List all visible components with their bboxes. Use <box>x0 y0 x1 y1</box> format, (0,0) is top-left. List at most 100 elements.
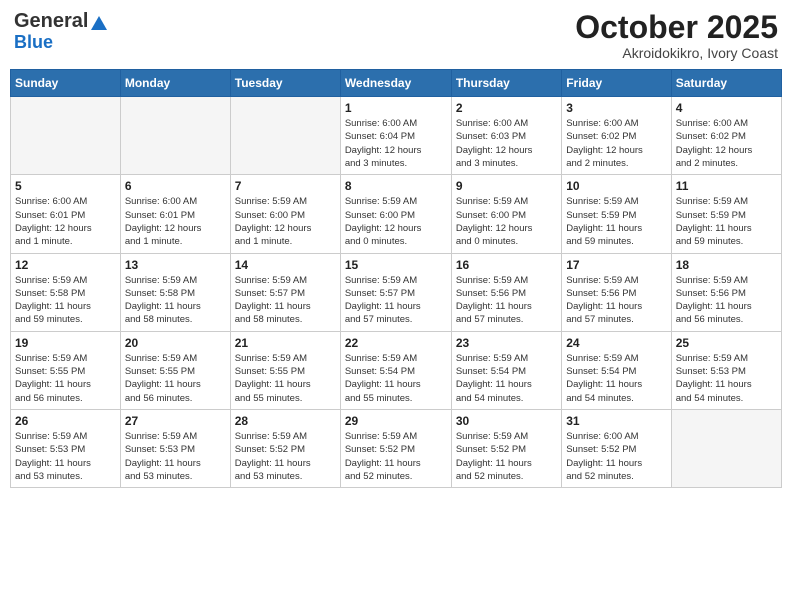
day-number: 25 <box>676 336 777 350</box>
calendar-cell: 30 Sunrise: 5:59 AM Sunset: 5:52 PM Dayli… <box>451 409 561 487</box>
calendar-cell: 27 Sunrise: 5:59 AM Sunset: 5:53 PM Dayli… <box>120 409 230 487</box>
day-info: Sunrise: 5:59 AM Sunset: 5:55 PM Dayligh… <box>235 352 336 405</box>
day-number: 5 <box>15 179 116 193</box>
calendar-table: SundayMondayTuesdayWednesdayThursdayFrid… <box>10 69 782 488</box>
calendar-cell: 25 Sunrise: 5:59 AM Sunset: 5:53 PM Dayli… <box>671 331 781 409</box>
calendar-week-row: 12 Sunrise: 5:59 AM Sunset: 5:58 PM Dayli… <box>11 253 782 331</box>
calendar-cell: 15 Sunrise: 5:59 AM Sunset: 5:57 PM Dayli… <box>340 253 451 331</box>
day-info: Sunrise: 5:59 AM Sunset: 5:52 PM Dayligh… <box>235 430 336 483</box>
day-info: Sunrise: 5:59 AM Sunset: 5:54 PM Dayligh… <box>345 352 447 405</box>
weekday-header-wednesday: Wednesday <box>340 70 451 97</box>
calendar-cell: 7 Sunrise: 5:59 AM Sunset: 6:00 PM Daylig… <box>230 175 340 253</box>
logo-general-text: General <box>14 10 88 33</box>
calendar-cell: 23Sunrise: 5:59 AM Sunset: 5:54 PM Dayli… <box>451 331 561 409</box>
day-info: Sunrise: 5:59 AM Sunset: 5:56 PM Dayligh… <box>456 274 557 327</box>
day-number: 29 <box>345 414 447 428</box>
calendar-week-row: 5 Sunrise: 6:00 AM Sunset: 6:01 PM Daylig… <box>11 175 782 253</box>
day-number: 31 <box>566 414 666 428</box>
title-block: October 2025 Akroidokikro, Ivory Coast <box>575 10 778 61</box>
day-number: 9 <box>456 179 557 193</box>
day-number: 16 <box>456 258 557 272</box>
day-number: 27 <box>125 414 226 428</box>
day-info: Sunrise: 5:59 AM Sunset: 5:56 PM Dayligh… <box>676 274 777 327</box>
day-number: 17 <box>566 258 666 272</box>
location-subtitle: Akroidokikro, Ivory Coast <box>575 45 778 61</box>
day-number: 8 <box>345 179 447 193</box>
weekday-header-thursday: Thursday <box>451 70 561 97</box>
day-info: Sunrise: 6:00 AM Sunset: 6:03 PM Dayligh… <box>456 117 557 170</box>
day-info: Sunrise: 5:59 AM Sunset: 6:00 PM Dayligh… <box>456 195 557 248</box>
calendar-cell: 28Sunrise: 5:59 AM Sunset: 5:52 PM Dayli… <box>230 409 340 487</box>
day-info: Sunrise: 5:59 AM Sunset: 5:54 PM Dayligh… <box>566 352 666 405</box>
day-number: 24 <box>566 336 666 350</box>
calendar-cell <box>230 97 340 175</box>
day-info: Sunrise: 5:59 AM Sunset: 5:58 PM Dayligh… <box>15 274 116 327</box>
calendar-cell: 16 Sunrise: 5:59 AM Sunset: 5:56 PM Dayli… <box>451 253 561 331</box>
calendar-cell <box>671 409 781 487</box>
calendar-cell: 20 Sunrise: 5:59 AM Sunset: 5:55 PM Dayli… <box>120 331 230 409</box>
calendar-cell: 3Sunrise: 6:00 AM Sunset: 6:02 PM Daylig… <box>562 97 671 175</box>
calendar-cell: 10 Sunrise: 5:59 AM Sunset: 5:59 PM Dayli… <box>562 175 671 253</box>
day-number: 1 <box>345 101 447 115</box>
calendar-cell: 26 Sunrise: 5:59 AM Sunset: 5:53 PM Dayli… <box>11 409 121 487</box>
day-info: Sunrise: 5:59 AM Sunset: 5:53 PM Dayligh… <box>125 430 226 483</box>
weekday-header-sunday: Sunday <box>11 70 121 97</box>
day-number: 22 <box>345 336 447 350</box>
calendar-cell: 8Sunrise: 5:59 AM Sunset: 6:00 PM Daylig… <box>340 175 451 253</box>
day-info: Sunrise: 6:00 AM Sunset: 6:01 PM Dayligh… <box>15 195 116 248</box>
day-info: Sunrise: 5:59 AM Sunset: 5:57 PM Dayligh… <box>345 274 447 327</box>
page-header: General Blue October 2025 Akroidokikro, … <box>10 10 782 61</box>
calendar-week-row: 1 Sunrise: 6:00 AM Sunset: 6:04 PM Daylig… <box>11 97 782 175</box>
day-number: 13 <box>125 258 226 272</box>
calendar-week-row: 26 Sunrise: 5:59 AM Sunset: 5:53 PM Dayli… <box>11 409 782 487</box>
calendar-cell: 1 Sunrise: 6:00 AM Sunset: 6:04 PM Daylig… <box>340 97 451 175</box>
day-number: 2 <box>456 101 557 115</box>
calendar-week-row: 19Sunrise: 5:59 AM Sunset: 5:55 PM Dayli… <box>11 331 782 409</box>
calendar-cell: 19Sunrise: 5:59 AM Sunset: 5:55 PM Dayli… <box>11 331 121 409</box>
day-info: Sunrise: 6:00 AM Sunset: 6:02 PM Dayligh… <box>566 117 666 170</box>
day-info: Sunrise: 5:59 AM Sunset: 5:54 PM Dayligh… <box>456 352 557 405</box>
calendar-cell: 11Sunrise: 5:59 AM Sunset: 5:59 PM Dayli… <box>671 175 781 253</box>
calendar-cell: 22 Sunrise: 5:59 AM Sunset: 5:54 PM Dayli… <box>340 331 451 409</box>
day-number: 20 <box>125 336 226 350</box>
day-info: Sunrise: 5:59 AM Sunset: 5:55 PM Dayligh… <box>15 352 116 405</box>
day-info: Sunrise: 5:59 AM Sunset: 5:57 PM Dayligh… <box>235 274 336 327</box>
calendar-cell: 18Sunrise: 5:59 AM Sunset: 5:56 PM Dayli… <box>671 253 781 331</box>
day-number: 12 <box>15 258 116 272</box>
day-number: 10 <box>566 179 666 193</box>
calendar-cell: 6Sunrise: 6:00 AM Sunset: 6:01 PM Daylig… <box>120 175 230 253</box>
calendar-cell <box>120 97 230 175</box>
calendar-cell <box>11 97 121 175</box>
day-number: 7 <box>235 179 336 193</box>
calendar-cell: 4Sunrise: 6:00 AM Sunset: 6:02 PM Daylig… <box>671 97 781 175</box>
day-info: Sunrise: 5:59 AM Sunset: 6:00 PM Dayligh… <box>235 195 336 248</box>
calendar-cell: 21Sunrise: 5:59 AM Sunset: 5:55 PM Dayli… <box>230 331 340 409</box>
day-info: Sunrise: 6:00 AM Sunset: 6:04 PM Dayligh… <box>345 117 447 170</box>
calendar-cell: 17 Sunrise: 5:59 AM Sunset: 5:56 PM Dayli… <box>562 253 671 331</box>
weekday-header-tuesday: Tuesday <box>230 70 340 97</box>
day-info: Sunrise: 5:59 AM Sunset: 5:53 PM Dayligh… <box>15 430 116 483</box>
day-info: Sunrise: 5:59 AM Sunset: 5:59 PM Dayligh… <box>566 195 666 248</box>
logo-icon <box>90 14 108 32</box>
day-info: Sunrise: 5:59 AM Sunset: 5:56 PM Dayligh… <box>566 274 666 327</box>
day-info: Sunrise: 5:59 AM Sunset: 5:53 PM Dayligh… <box>676 352 777 405</box>
calendar-cell: 9 Sunrise: 5:59 AM Sunset: 6:00 PM Daylig… <box>451 175 561 253</box>
day-info: Sunrise: 5:59 AM Sunset: 5:52 PM Dayligh… <box>345 430 447 483</box>
calendar-cell: 29 Sunrise: 5:59 AM Sunset: 5:52 PM Dayli… <box>340 409 451 487</box>
day-number: 6 <box>125 179 226 193</box>
day-number: 15 <box>345 258 447 272</box>
day-info: Sunrise: 5:59 AM Sunset: 5:52 PM Dayligh… <box>456 430 557 483</box>
calendar-cell: 14Sunrise: 5:59 AM Sunset: 5:57 PM Dayli… <box>230 253 340 331</box>
day-info: Sunrise: 5:59 AM Sunset: 5:55 PM Dayligh… <box>125 352 226 405</box>
day-info: Sunrise: 5:59 AM Sunset: 5:59 PM Dayligh… <box>676 195 777 248</box>
day-number: 26 <box>15 414 116 428</box>
calendar-cell: 13Sunrise: 5:59 AM Sunset: 5:58 PM Dayli… <box>120 253 230 331</box>
weekday-header-friday: Friday <box>562 70 671 97</box>
calendar-cell: 5 Sunrise: 6:00 AM Sunset: 6:01 PM Daylig… <box>11 175 121 253</box>
logo: General Blue <box>14 10 108 51</box>
weekday-header-saturday: Saturday <box>671 70 781 97</box>
calendar-cell: 31Sunrise: 6:00 AM Sunset: 5:52 PM Dayli… <box>562 409 671 487</box>
day-info: Sunrise: 6:00 AM Sunset: 6:02 PM Dayligh… <box>676 117 777 170</box>
day-number: 30 <box>456 414 557 428</box>
weekday-header-monday: Monday <box>120 70 230 97</box>
